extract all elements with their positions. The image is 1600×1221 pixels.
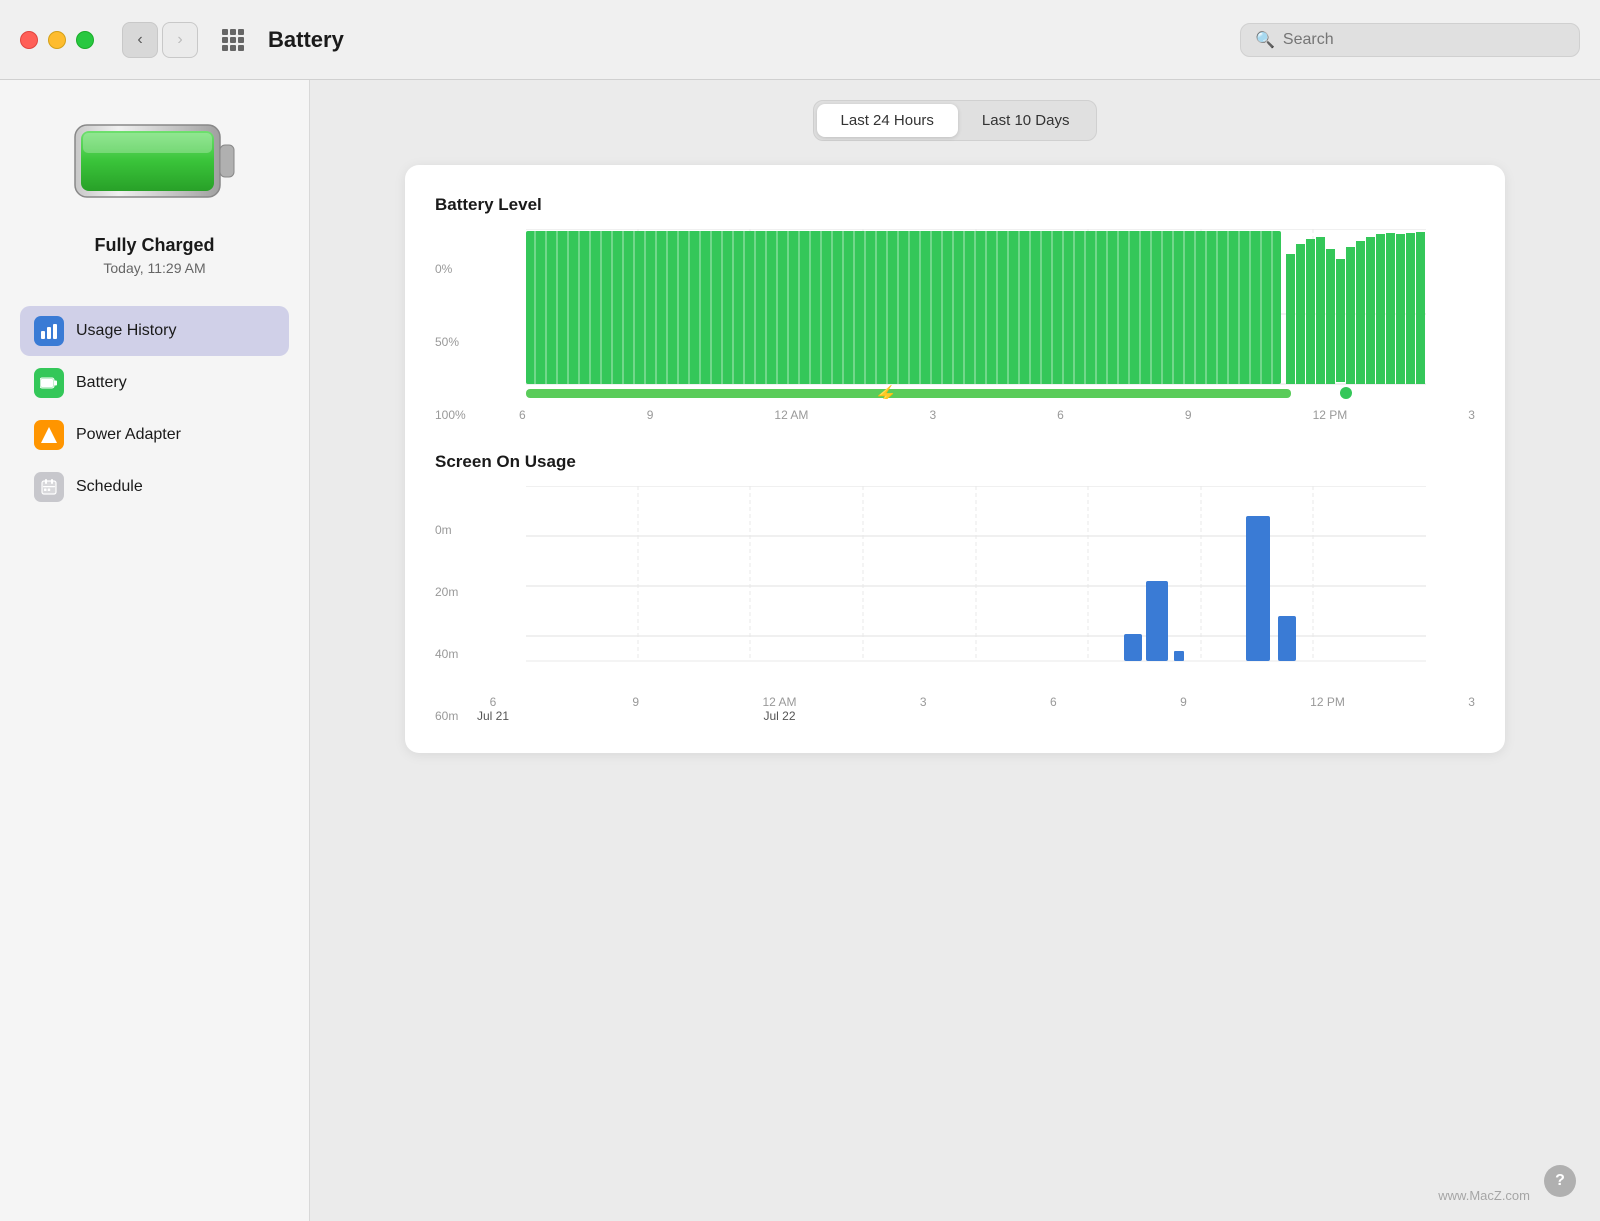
page-title: Battery <box>268 27 344 53</box>
fullscreen-button[interactable] <box>76 31 94 49</box>
usage-x-labels: 6 Jul 21 9 12 AM Jul 22 3 6 9 <box>477 695 1475 723</box>
back-button[interactable]: ‹ <box>122 22 158 58</box>
sidebar: Fully Charged Today, 11:29 AM Usage Hist… <box>0 80 310 1221</box>
battery-status-time: Today, 11:29 AM <box>103 260 205 276</box>
usage-history-label: Usage History <box>76 322 176 340</box>
content-area: Last 24 Hours Last 10 Days Battery Level… <box>310 80 1600 1221</box>
sidebar-item-usage-history[interactable]: Usage History <box>20 306 289 356</box>
battery-chart-area: bars <box>477 229 1475 422</box>
battery-status: Fully Charged <box>94 235 214 256</box>
search-bar[interactable]: 🔍 <box>1240 23 1580 57</box>
forward-button[interactable]: › <box>162 22 198 58</box>
battery-image <box>65 110 245 215</box>
titlebar: ‹ › Battery 🔍 <box>0 0 1600 80</box>
screen-usage-title: Screen On Usage <box>435 452 1475 472</box>
battery-label: Battery <box>76 374 127 392</box>
close-button[interactable] <box>20 31 38 49</box>
sidebar-item-battery[interactable]: Battery <box>20 358 289 408</box>
battery-level-section: Battery Level 100% 50% 0% <box>435 195 1475 422</box>
screen-usage-chart: 60m 40m 20m 0m <box>435 486 1475 723</box>
tab-10d[interactable]: Last 10 Days <box>958 104 1094 137</box>
sidebar-item-schedule[interactable]: Schedule <box>20 462 289 512</box>
minimize-button[interactable] <box>48 31 66 49</box>
battery-x-labels: 6 9 12 AM 3 6 9 12 PM 3 <box>477 408 1475 422</box>
nav-buttons: ‹ › <box>122 22 198 58</box>
charts-container: Battery Level 100% 50% 0% <box>405 165 1505 753</box>
svg-text:⚡: ⚡ <box>875 384 897 399</box>
help-button[interactable]: ? <box>1544 1165 1576 1197</box>
battery-nav-icon <box>34 368 64 398</box>
main-content: Fully Charged Today, 11:29 AM Usage Hist… <box>0 80 1600 1221</box>
grid-button[interactable] <box>218 25 248 55</box>
schedule-icon <box>34 472 64 502</box>
power-adapter-label: Power Adapter <box>76 426 181 444</box>
battery-bars-svg: bars <box>477 229 1475 399</box>
traffic-lights <box>20 31 94 49</box>
schedule-label: Schedule <box>76 478 143 496</box>
sidebar-nav: Usage History Battery Po <box>20 306 289 512</box>
watermark: www.MacZ.com <box>1438 1188 1530 1203</box>
tab-bar: Last 24 Hours Last 10 Days <box>813 100 1098 141</box>
search-input[interactable] <box>1283 31 1565 49</box>
grid-icon <box>222 29 244 51</box>
sidebar-item-power-adapter[interactable]: Power Adapter <box>20 410 289 460</box>
screen-usage-section: Screen On Usage 60m 40m 20m 0m <box>435 452 1475 723</box>
search-icon: 🔍 <box>1255 30 1275 50</box>
power-adapter-icon <box>34 420 64 450</box>
usage-y-labels: 60m 40m 20m 0m <box>435 523 477 723</box>
usage-chart-area: 6 Jul 21 9 12 AM Jul 22 3 6 9 <box>477 486 1475 723</box>
battery-level-chart: 100% 50% 0% <box>435 229 1475 422</box>
usage-bars-svg <box>477 486 1475 686</box>
usage-history-icon <box>34 316 64 346</box>
tab-24h[interactable]: Last 24 Hours <box>817 104 958 137</box>
battery-level-title: Battery Level <box>435 195 1475 215</box>
battery-y-labels: 100% 50% 0% <box>435 262 477 422</box>
